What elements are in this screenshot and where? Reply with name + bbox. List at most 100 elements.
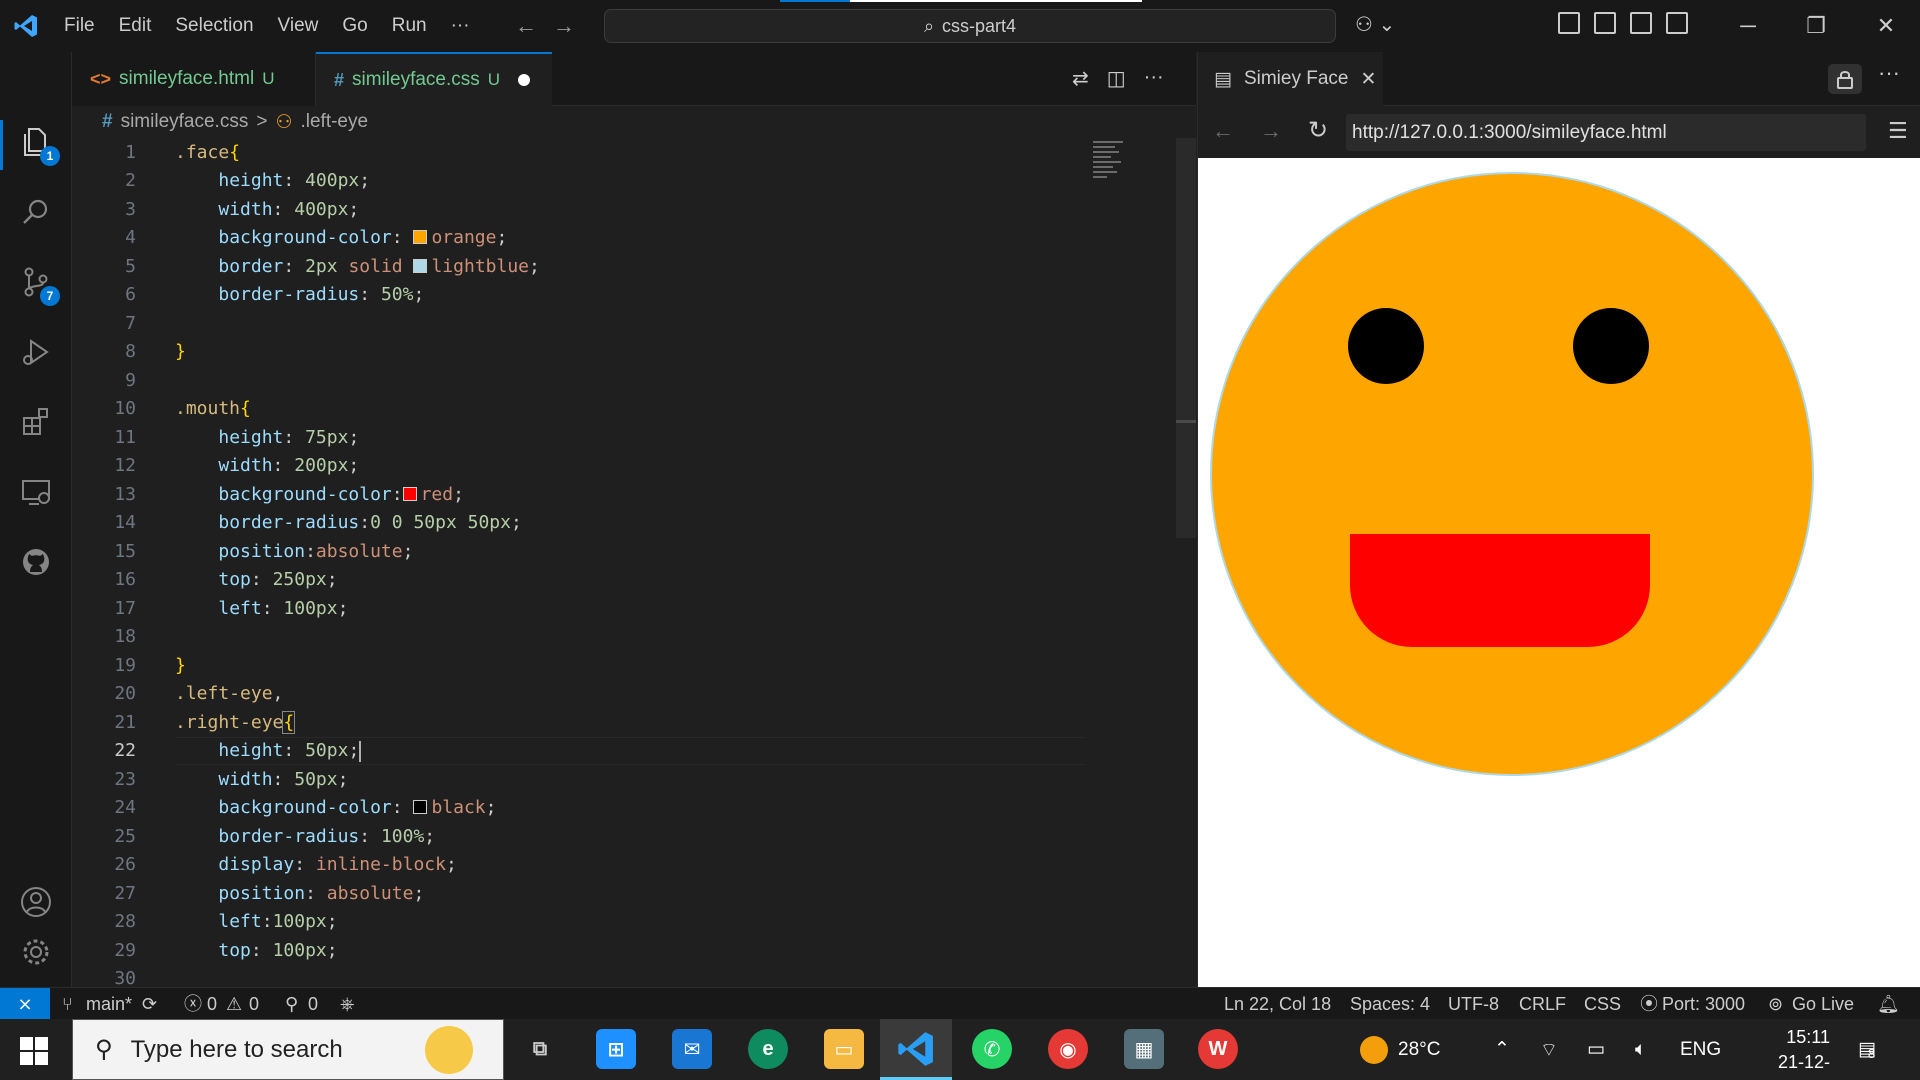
browser-tab-title: Simiey Face [1243, 68, 1349, 89]
lock-icon[interactable] [1828, 64, 1862, 94]
customize-layout-icon[interactable] [1558, 12, 1580, 34]
color-swatch[interactable] [413, 230, 428, 245]
toggle-secondary-sidebar-icon[interactable] [1666, 12, 1688, 34]
back-arrow-icon[interactable]: ← [515, 13, 537, 39]
restore-button[interactable]: ❐ [1782, 0, 1850, 52]
vscode-logo-icon [0, 0, 52, 52]
color-swatch[interactable] [413, 800, 428, 815]
edge-icon[interactable]: e [748, 1029, 788, 1069]
notifications-icon[interactable]: ▤ 8 [1858, 1019, 1876, 1080]
volume-icon[interactable]: 🔈︎ [1635, 1019, 1646, 1080]
windows-start-icon[interactable] [20, 1037, 48, 1065]
branch-name[interactable]: main* [86, 988, 132, 1020]
color-swatch[interactable] [413, 258, 428, 273]
command-center[interactable]: ⌕ css-part4 [604, 9, 1336, 43]
reload-icon[interactable]: ↻ [1308, 116, 1328, 145]
breadcrumb: # simileyface.css > ⚇ .left-eye [72, 106, 1196, 138]
split-editor-icon[interactable]: ◫ [1107, 66, 1126, 91]
indentation[interactable]: Spaces: 4 [1350, 988, 1430, 1020]
toggle-panel-icon[interactable] [1630, 12, 1652, 34]
tab-simileyface-html[interactable]: <> simileyface.html U [72, 52, 316, 106]
extensions-icon[interactable] [0, 392, 72, 452]
code-line: 20 .left-eye, [114, 683, 284, 705]
mail-icon[interactable]: ✉ [672, 1029, 712, 1069]
breadcrumb-symbol[interactable]: .left-eye [300, 111, 368, 133]
cursor-position[interactable]: Ln 22, Col 18 [1224, 988, 1331, 1020]
language-mode[interactable]: CSS [1584, 988, 1621, 1020]
code-line: 3 width: 400px; [125, 198, 360, 220]
taskbar-search[interactable]: ⚲ Type here to search [72, 1019, 504, 1080]
more-actions-icon[interactable]: ··· [1878, 60, 1900, 86]
search-placeholder: Type here to search [130, 1035, 343, 1063]
battery-icon[interactable]: ▭ [1587, 1019, 1605, 1080]
calculator-icon[interactable]: ▦ [1124, 1029, 1164, 1069]
copilot-icon[interactable]: ⚇ ⌄ [1355, 12, 1395, 37]
port-status[interactable]: Port: 3000 [1662, 988, 1745, 1020]
wifi-icon[interactable]: ⌔ [1540, 1019, 1558, 1080]
menu-view[interactable]: View [266, 0, 331, 52]
menu-run[interactable]: Run [380, 0, 439, 52]
sync-icon[interactable]: ⟳ [142, 988, 157, 1020]
debug-icon[interactable]: ⎈ [340, 988, 354, 1020]
explorer-icon[interactable]: 1 [0, 112, 72, 172]
code-line: 6 border-radius: 50%; [125, 284, 425, 306]
color-swatch[interactable] [402, 486, 417, 501]
activity-bar: 1 7 [0, 52, 72, 987]
bell-icon[interactable]: 🔔︎ [1877, 988, 1900, 1020]
tab-simiey-face[interactable]: ▤ Simiey Face ✕ [1198, 52, 1383, 106]
code-line: 2 height: 400px; [125, 170, 371, 192]
close-button[interactable]: ✕ [1852, 0, 1920, 52]
menu-more[interactable]: ··· [439, 0, 482, 52]
warning-count[interactable]: 0 [249, 988, 259, 1020]
input-language[interactable]: ENG [1680, 1019, 1721, 1080]
tray-chevron-icon[interactable]: ⌃ [1494, 1019, 1510, 1080]
settings-gear-icon[interactable] [0, 922, 72, 982]
vscode-taskbar-icon[interactable] [896, 1029, 936, 1069]
minimap[interactable] [1093, 138, 1173, 208]
unsaved-dot-icon[interactable] [518, 74, 531, 86]
browser-back-icon[interactable]: ← [1212, 118, 1234, 144]
go-live-button[interactable]: Go Live [1792, 988, 1854, 1020]
go-live-icon: ⊚ [1768, 994, 1784, 1014]
github-icon[interactable] [0, 532, 72, 592]
ports-count[interactable]: 0 [308, 988, 318, 1020]
toggle-primary-sidebar-icon[interactable] [1594, 12, 1616, 34]
weather-widget[interactable]: 28°C [1360, 1019, 1440, 1080]
code-line: 24 background-color: black; [114, 797, 497, 819]
editor-scrollbar[interactable] [1176, 138, 1196, 538]
microsoft-store-icon[interactable]: ⊞ [596, 1029, 636, 1069]
chrome-icon[interactable]: ◉ [1048, 1029, 1088, 1069]
whatsapp-icon[interactable]: ✆ [972, 1029, 1012, 1069]
breadcrumb-file[interactable]: simileyface.css [121, 111, 249, 133]
menu-go[interactable]: Go [330, 0, 379, 52]
forward-arrow-icon[interactable]: → [553, 13, 575, 39]
menu-selection[interactable]: Selection [163, 0, 265, 52]
code-line: 1 .face{ [125, 141, 241, 163]
wps-office-icon[interactable]: W [1198, 1029, 1238, 1069]
file-explorer-icon[interactable]: ▭ [824, 1029, 864, 1069]
browser-menu-icon[interactable]: ☰ [1888, 118, 1908, 144]
temperature: 28°C [1398, 1038, 1441, 1060]
remote-indicator-icon[interactable]: ⨯ [0, 988, 50, 1020]
close-tab-icon[interactable]: ✕ [1360, 68, 1376, 91]
open-changes-icon[interactable]: ⇄ [1072, 66, 1089, 91]
encoding[interactable]: UTF-8 [1448, 988, 1499, 1020]
code-line: 4 background-color: orange; [125, 227, 508, 249]
run-debug-icon[interactable] [0, 322, 72, 382]
error-count[interactable]: 0 [207, 988, 217, 1020]
code-editor[interactable]: 1 .face{ 2 height: 400px; 3 width: 400px;… [72, 138, 1196, 987]
more-actions-icon[interactable]: ··· [1144, 66, 1164, 91]
url-input[interactable]: http://127.0.0.1:3000/simileyface.html [1346, 114, 1866, 151]
menu-file[interactable]: File [52, 0, 107, 52]
search-icon[interactable] [0, 182, 72, 242]
line-ending[interactable]: CRLF [1519, 988, 1566, 1020]
clock[interactable]: 15:11 21-12-2024 [1740, 1025, 1830, 1080]
remote-explorer-icon[interactable] [0, 462, 72, 522]
tab-simileyface-css[interactable]: # simileyface.css U [316, 52, 552, 106]
task-view-icon[interactable]: ⧉ [520, 1029, 560, 1069]
search-icon: ⌕ [923, 15, 935, 36]
source-control-icon[interactable]: 7 [0, 252, 72, 312]
browser-forward-icon[interactable]: → [1260, 118, 1282, 144]
menu-edit[interactable]: Edit [107, 0, 164, 52]
minimize-button[interactable]: ─ [1714, 0, 1782, 52]
